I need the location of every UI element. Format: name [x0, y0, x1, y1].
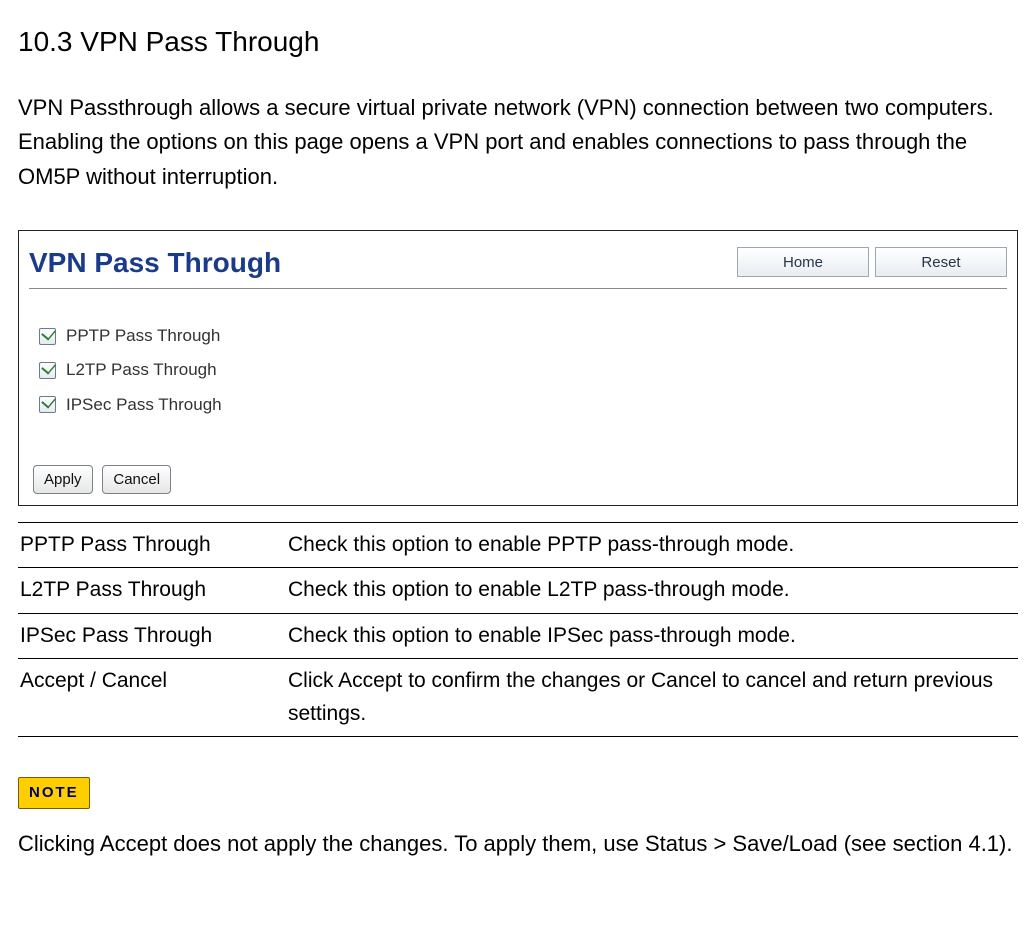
- config-panel: VPN Pass Through Home Reset PPTP Pass Th…: [18, 230, 1018, 506]
- def-desc: Check this option to enable IPSec pass-t…: [286, 613, 1018, 659]
- option-label: IPSec Pass Through: [66, 392, 222, 418]
- options-group: PPTP Pass Through L2TP Pass Through IPSe…: [29, 323, 1007, 418]
- checkbox-l2tp[interactable]: [39, 362, 56, 379]
- apply-button[interactable]: Apply: [33, 465, 93, 494]
- def-name: Accept / Cancel: [18, 659, 286, 737]
- option-label: PPTP Pass Through: [66, 323, 220, 349]
- option-label: L2TP Pass Through: [66, 357, 217, 383]
- def-desc: Check this option to enable L2TP pass-th…: [286, 568, 1018, 614]
- option-ipsec: IPSec Pass Through: [39, 392, 1007, 418]
- checkbox-ipsec[interactable]: [39, 396, 56, 413]
- note-badge: NOTE: [18, 777, 90, 808]
- reset-button[interactable]: Reset: [875, 247, 1007, 277]
- note-text: Clicking Accept does not apply the chang…: [18, 827, 1018, 861]
- def-desc: Click Accept to confirm the changes or C…: [286, 659, 1018, 737]
- table-row: IPSec Pass Through Check this option to …: [18, 613, 1018, 659]
- section-title: 10.3 VPN Pass Through: [18, 20, 1018, 63]
- checkbox-pptp[interactable]: [39, 328, 56, 345]
- def-name: IPSec Pass Through: [18, 613, 286, 659]
- option-l2tp: L2TP Pass Through: [39, 357, 1007, 383]
- def-name: PPTP Pass Through: [18, 522, 286, 568]
- panel-header: VPN Pass Through Home Reset: [29, 241, 1007, 289]
- table-row: L2TP Pass Through Check this option to e…: [18, 568, 1018, 614]
- def-desc: Check this option to enable PPTP pass-th…: [286, 522, 1018, 568]
- cancel-button[interactable]: Cancel: [102, 465, 171, 494]
- table-row: Accept / Cancel Click Accept to confirm …: [18, 659, 1018, 737]
- option-pptp: PPTP Pass Through: [39, 323, 1007, 349]
- action-bar: Apply Cancel: [29, 462, 1007, 495]
- def-name: L2TP Pass Through: [18, 568, 286, 614]
- panel-title: VPN Pass Through: [29, 241, 731, 284]
- definitions-table: PPTP Pass Through Check this option to e…: [18, 522, 1018, 738]
- table-row: PPTP Pass Through Check this option to e…: [18, 522, 1018, 568]
- home-button[interactable]: Home: [737, 247, 869, 277]
- section-intro: VPN Passthrough allows a secure virtual …: [18, 91, 1018, 193]
